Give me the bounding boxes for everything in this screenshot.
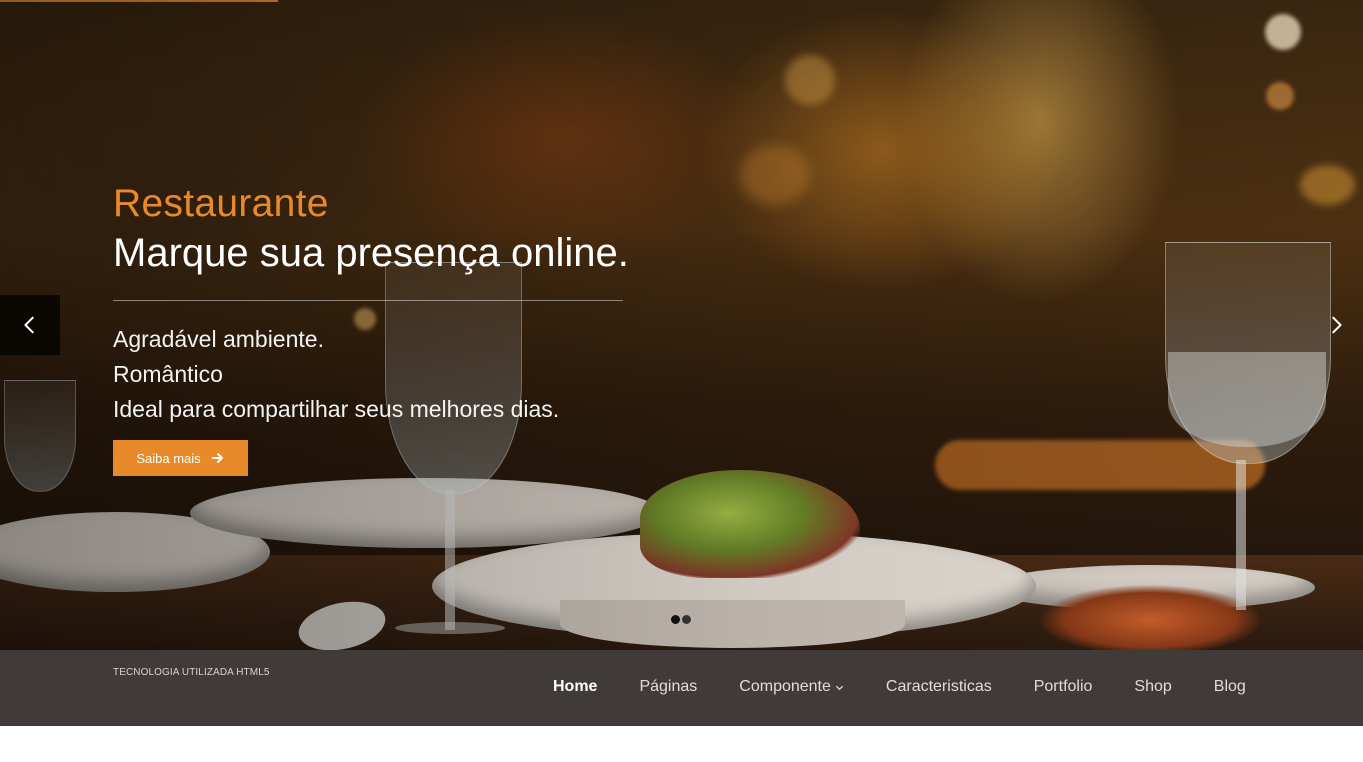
nav-item-label: Componente (739, 678, 831, 695)
arrow-right-icon (211, 453, 223, 463)
slider-prev-button[interactable] (0, 295, 60, 355)
hero-divider (113, 300, 623, 301)
main-menu: Home Páginas Componente Caracteristicas … (553, 678, 1288, 696)
hero-slider: Restaurante Marque sua presença online. … (0, 0, 1363, 650)
slider-dot-1[interactable] (671, 615, 680, 624)
nav-item-componente[interactable]: Componente (739, 678, 844, 696)
nav-item-paginas[interactable]: Páginas (639, 678, 697, 696)
slider-pagination (671, 615, 691, 624)
nav-item-shop[interactable]: Shop (1134, 678, 1171, 696)
page-content-area (0, 726, 1363, 762)
slider-next-button[interactable] (1306, 295, 1363, 355)
chevron-down-icon (835, 685, 844, 690)
nav-item-portfolio[interactable]: Portfolio (1034, 678, 1093, 696)
saiba-mais-button[interactable]: Saiba mais (113, 440, 248, 476)
chevron-left-icon (24, 316, 34, 334)
brand-text: TECNOLOGIA UTILIZADA HTML5 (113, 667, 270, 678)
nav-item-caracteristicas[interactable]: Caracteristicas (886, 678, 992, 696)
hero-line: Ideal para compartilhar seus melhores di… (113, 396, 560, 422)
hero-line: Agradável ambiente. (113, 326, 324, 352)
nav-item-blog[interactable]: Blog (1214, 678, 1246, 696)
hero-eyebrow: Restaurante (113, 182, 329, 225)
hero-title: Marque sua presença online. (113, 231, 629, 275)
slider-dot-2[interactable] (682, 615, 691, 624)
hero-line: Romântico (113, 361, 223, 387)
main-navbar: TECNOLOGIA UTILIZADA HTML5 Home Páginas … (0, 650, 1363, 726)
chevron-right-icon (1332, 316, 1342, 334)
cta-label: Saiba mais (136, 450, 201, 466)
nav-item-home[interactable]: Home (553, 678, 597, 696)
hero-description: Agradável ambiente. Romântico Ideal para… (113, 322, 559, 427)
